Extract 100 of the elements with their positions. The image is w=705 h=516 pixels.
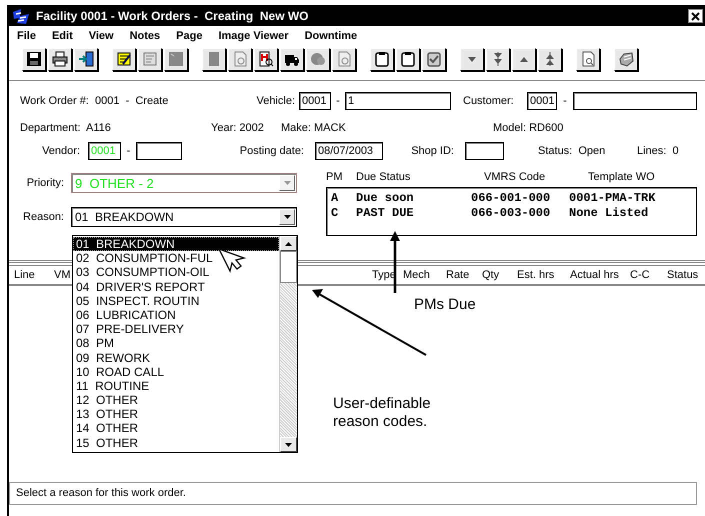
list-option[interactable]: 08 PM — [73, 336, 279, 350]
info-text: Department: A116 — [20, 122, 112, 134]
input-field[interactable]: 08/07/2003 — [315, 142, 383, 160]
toolbar-button[interactable] — [306, 48, 330, 70]
toolbar-button[interactable] — [460, 48, 484, 70]
reason-dropdown[interactable]: 01 BREAKDOWN — [71, 207, 297, 227]
list-option[interactable]: 11 ROUTINE — [73, 378, 279, 394]
toolbar-button[interactable] — [370, 48, 394, 70]
toolbar-button[interactable] — [422, 48, 446, 70]
list-cell-text: Due soon — [356, 190, 415, 204]
toolbar-button[interactable] — [74, 48, 98, 70]
menu-item[interactable]: Edit — [52, 30, 73, 42]
mouse-cursor-icon — [217, 247, 247, 273]
close-button[interactable] — [688, 9, 703, 23]
scroll-thumb[interactable] — [280, 251, 297, 283]
menu-item[interactable]: View — [88, 30, 114, 42]
toolbar-button[interactable] — [48, 48, 72, 70]
scroll-down-button[interactable] — [280, 437, 297, 452]
printer-icon — [52, 51, 68, 67]
toolbar-button[interactable] — [228, 48, 252, 70]
input-field[interactable]: 1 — [345, 92, 451, 110]
square-icon — [206, 51, 222, 67]
toolbar-button[interactable] — [254, 48, 278, 70]
toolbar-button[interactable] — [112, 48, 136, 70]
caret-icon — [285, 242, 292, 246]
list-cell-text: C — [331, 206, 340, 220]
clipboard-icon — [400, 51, 416, 67]
toolbar-button[interactable] — [280, 48, 304, 70]
list-option[interactable]: 05 INSPECT. ROUTIN — [73, 294, 279, 308]
annotation-text: PMs Due — [414, 296, 476, 313]
column-header: Est. hrs — [517, 269, 554, 281]
list-option[interactable]: 13 OTHER — [73, 407, 279, 422]
input-field[interactable] — [136, 142, 182, 160]
info-text: Year: 2002 — [211, 122, 265, 134]
list-option[interactable]: 01 BREAKDOWN — [73, 237, 279, 252]
field-label: Posting date: — [238, 145, 304, 157]
column-header: Mech — [403, 269, 430, 281]
toolbar-button[interactable] — [396, 48, 420, 70]
caret-icon — [284, 215, 290, 219]
input-field[interactable] — [465, 142, 504, 160]
menu-item[interactable]: File — [17, 30, 36, 42]
clipboard-icon — [374, 51, 390, 67]
field-label: Vehicle: — [255, 95, 295, 107]
toolbar-button[interactable] — [164, 48, 188, 70]
list-option[interactable]: 15 OTHER — [73, 436, 279, 450]
column-header: C-C — [630, 269, 650, 281]
toolbar-button[interactable] — [576, 48, 600, 70]
dash-label: - — [126, 145, 132, 157]
list-option[interactable]: 03 CONSUMPTION-OIL — [73, 265, 279, 280]
document-icon — [336, 51, 352, 67]
list-cell: 0001-PMA-TRK — [569, 190, 656, 204]
square-icon — [168, 51, 184, 67]
field-label: Shop ID: — [410, 145, 454, 157]
column-header: PM — [326, 171, 344, 183]
list-cell-text: 066-003-000 — [471, 206, 552, 220]
dash-label: - — [562, 95, 568, 107]
toolbar-button[interactable] — [22, 48, 46, 70]
input-field[interactable]: 0001 — [527, 92, 557, 110]
dropdown-button[interactable] — [279, 209, 295, 225]
scroll-up-button[interactable] — [280, 236, 297, 251]
document-search-icon — [580, 51, 596, 67]
toolbar-button[interactable] — [538, 48, 562, 70]
toolbar-button[interactable] — [486, 48, 510, 70]
column-header: Line — [14, 269, 35, 281]
toolbar-button[interactable] — [512, 48, 536, 70]
list-option[interactable]: 12 OTHER — [73, 393, 279, 408]
list-option[interactable]: 06 LUBRICATION — [73, 308, 279, 322]
toolbar-button[interactable] — [614, 48, 638, 70]
lines-text: Lines: 0 — [637, 145, 679, 157]
circle-icon — [310, 51, 326, 67]
menu-item[interactable]: Notes — [130, 30, 160, 42]
column-header: Status — [667, 269, 698, 281]
caret-icon — [285, 442, 292, 446]
dropdown-value: 9 OTHER - 2 — [74, 176, 155, 190]
scrollbar[interactable] — [279, 236, 297, 452]
toolbar-button[interactable] — [202, 48, 226, 70]
list-option[interactable]: 02 CONSUMPTION-FUL — [73, 251, 279, 266]
list-cell-text: 066-001-000 — [471, 190, 552, 204]
list-option[interactable]: 10 ROAD CALL — [73, 364, 279, 379]
list-cell-text: A — [331, 190, 340, 204]
list-option[interactable]: 07 PRE-DELIVERY — [73, 322, 279, 336]
field-label: Priority: — [26, 177, 64, 189]
input-field[interactable]: 0001 — [299, 92, 331, 110]
close-icon — [691, 12, 700, 20]
column-header: VM — [54, 269, 70, 281]
column-header: Rate — [446, 269, 470, 281]
exit-icon — [78, 51, 94, 67]
list-option[interactable]: 04 DRIVER'S REPORT — [73, 280, 279, 294]
menu-item[interactable]: Page — [176, 30, 202, 42]
menu-item[interactable]: Image Viewer — [218, 30, 289, 42]
column-header: Due Status — [356, 171, 412, 183]
list-option[interactable]: 09 REWORK — [73, 350, 279, 365]
column-header: Qty — [482, 269, 500, 281]
document-search-icon — [258, 51, 274, 67]
toolbar-button[interactable] — [332, 48, 356, 70]
column-header: Actual hrs — [570, 269, 619, 281]
input-field[interactable] — [573, 92, 697, 110]
toolbar-button[interactable] — [138, 48, 162, 70]
list-option[interactable]: 14 OTHER — [73, 421, 279, 436]
menu-item[interactable]: Downtime — [304, 30, 358, 42]
